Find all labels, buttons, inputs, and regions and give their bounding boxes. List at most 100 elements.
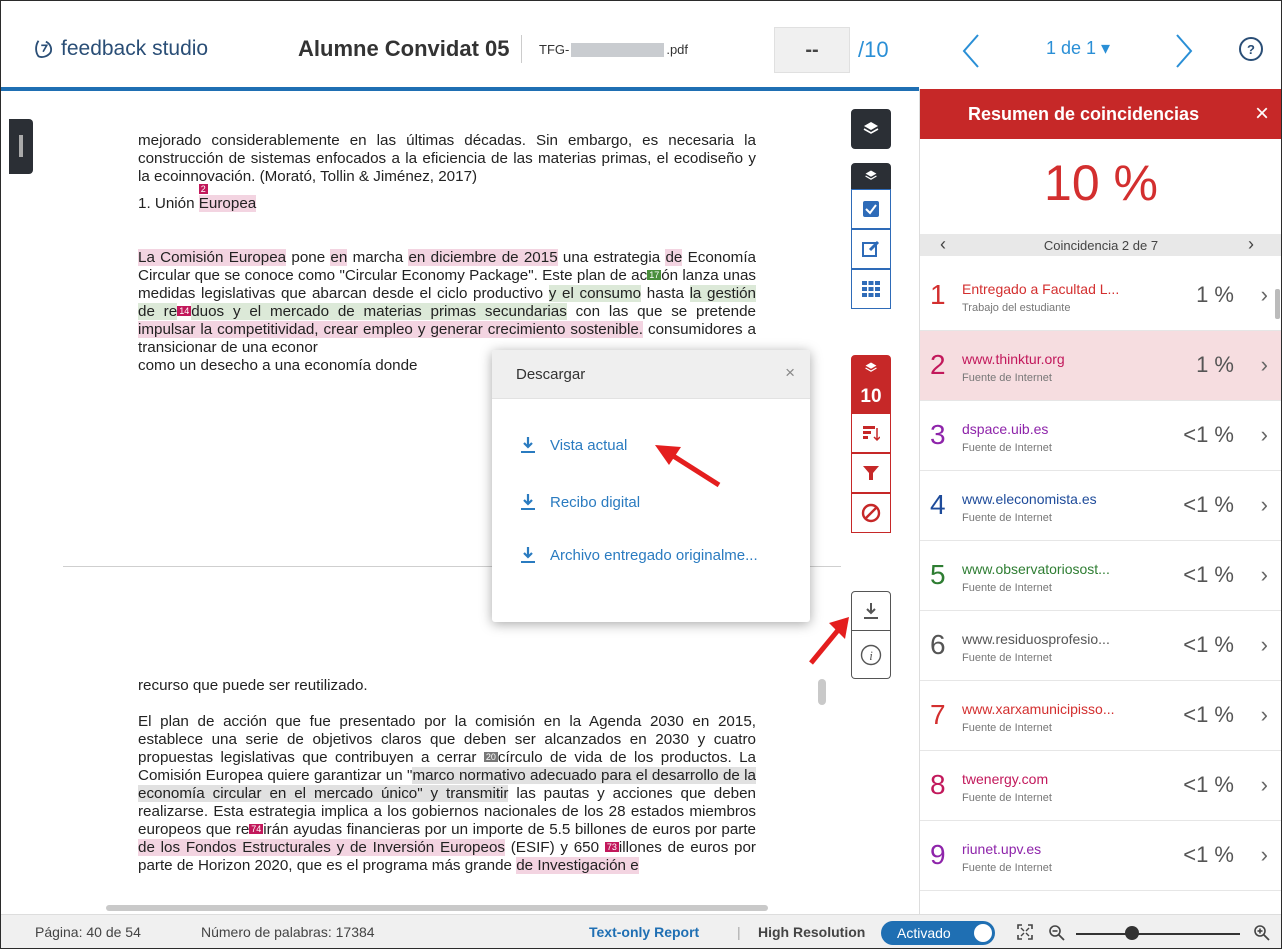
- match-percentage: <1 %: [1183, 772, 1234, 797]
- download-digital-receipt[interactable]: Recibo digital: [520, 493, 640, 511]
- info-icon: i: [860, 644, 882, 665]
- match-row[interactable]: 7 www.xarxamunicipisso... Fuente de Intern…: [920, 681, 1281, 751]
- match-navigator: ‹ Coincidencia 2 de 7 ›: [920, 234, 1281, 256]
- match-number: 9: [930, 839, 946, 870]
- file-name: TFG- .pdf: [539, 42, 688, 57]
- text-only-report-link[interactable]: Text-only Report: [589, 924, 699, 940]
- text-run: (ESIF) y 650: [505, 839, 605, 856]
- match-source-type: Fuente de Internet: [962, 862, 1052, 874]
- match-row[interactable]: 1 Entregado a Facultad L... Trabajo del es…: [920, 261, 1281, 331]
- text-run: marcha: [347, 249, 409, 266]
- edit-button[interactable]: [851, 229, 891, 269]
- side-drawer-handle[interactable]: [9, 119, 33, 174]
- match-highlight[interactable]: en diciembre de 2015: [408, 249, 558, 266]
- match-source: www.thinktur.org: [962, 351, 1065, 367]
- grade-input[interactable]: --: [774, 27, 850, 73]
- grade-max: /10: [858, 37, 889, 62]
- chevron-left-icon[interactable]: [956, 31, 986, 71]
- match-marker[interactable]: 20: [483, 752, 498, 762]
- chevron-right-icon[interactable]: ›: [1261, 702, 1268, 728]
- download-item-label: Vista actual: [550, 436, 628, 454]
- chevron-right-icon[interactable]: ›: [1261, 352, 1268, 378]
- chevron-right-icon[interactable]: ›: [1261, 422, 1268, 448]
- layers-button[interactable]: [851, 109, 891, 149]
- fit-screen-icon[interactable]: [1016, 923, 1034, 941]
- word-count: Número de palabras: 17384: [201, 924, 375, 940]
- match-number: 2: [930, 349, 946, 380]
- grading-layer-header[interactable]: [851, 163, 891, 189]
- match-number: 7: [930, 699, 946, 730]
- match-highlight[interactable]: duos y el mercado de materias primas sec…: [191, 303, 567, 320]
- match-marker[interactable]: 2: [198, 184, 208, 194]
- download-icon: [521, 547, 535, 563]
- match-marker[interactable]: 17: [647, 270, 662, 280]
- high-resolution-toggle[interactable]: Activado: [881, 921, 995, 945]
- match-highlight[interactable]: de los Fondos Estructurales y de Inversi…: [138, 839, 505, 856]
- match-row[interactable]: 6 www.residuosprofesio... Fuente de Intern…: [920, 611, 1281, 681]
- match-percentage: <1 %: [1183, 562, 1234, 587]
- similarity-score-button[interactable]: 10: [851, 381, 891, 413]
- match-highlight[interactable]: en: [330, 249, 348, 266]
- match-highlight[interactable]: de Investigación e: [516, 857, 639, 874]
- match-row[interactable]: 5 www.observatoriosost... Fuente de Intern…: [920, 541, 1281, 611]
- match-percentage: <1 %: [1183, 422, 1234, 447]
- heading-match[interactable]: 2 Europea: [198, 184, 257, 212]
- match-row[interactable]: 2 www.thinktur.org Fuente de Internet 1 % ›: [920, 331, 1281, 401]
- logo[interactable]: feedback studio: [33, 37, 208, 61]
- zoom-out-icon[interactable]: [1048, 924, 1066, 942]
- zoom-slider-handle[interactable]: [1125, 926, 1139, 940]
- match-highlight[interactable]: y el consumo: [548, 285, 642, 302]
- text-run: irán ayudas financieras por un importe d…: [263, 821, 756, 838]
- match-percentage: <1 %: [1183, 702, 1234, 727]
- info-button[interactable]: i: [851, 631, 891, 679]
- filter-button[interactable]: [851, 453, 891, 493]
- page-selector[interactable]: 1 de 1 ▾: [1046, 38, 1110, 59]
- chevron-right-icon[interactable]: [1169, 31, 1199, 71]
- panel-scrollbar[interactable]: [1275, 289, 1280, 319]
- match-marker[interactable]: 73: [604, 842, 619, 852]
- match-highlight[interactable]: La Comisión Europea: [138, 249, 287, 266]
- zoom-slider-track[interactable]: [1076, 933, 1240, 935]
- paragraph: El plan de acción que fue presentado por…: [138, 713, 756, 875]
- match-row[interactable]: 9 riunet.upv.es Fuente de Internet <1 % ›: [920, 821, 1281, 891]
- match-row[interactable]: 3 dspace.uib.es Fuente de Internet <1 % ›: [920, 401, 1281, 471]
- feedback-logo-icon: [35, 40, 53, 58]
- close-icon[interactable]: ×: [785, 363, 795, 383]
- match-highlight[interactable]: impulsar la competitividad, crear empleo…: [138, 321, 644, 338]
- match-overview-button[interactable]: [851, 413, 891, 453]
- download-current-view[interactable]: Vista actual: [520, 436, 627, 454]
- chevron-right-icon[interactable]: ›: [1261, 632, 1268, 658]
- chevron-right-icon[interactable]: ›: [1261, 772, 1268, 798]
- app-window: feedback studio Alumne Convidat 05 TFG- …: [0, 0, 1282, 949]
- match-source: www.eleconomista.es: [962, 491, 1097, 507]
- dialog-title: Descargar: [516, 366, 586, 383]
- match-row[interactable]: 8 twenergy.com Fuente de Internet <1 % ›: [920, 751, 1281, 821]
- chevron-right-icon[interactable]: ›: [1261, 492, 1268, 518]
- download-button[interactable]: [851, 591, 891, 631]
- checkbox-button[interactable]: [851, 189, 891, 229]
- match-highlight[interactable]: de: [665, 249, 683, 266]
- match-overview-panel: Resumen de coincidencias × 10 % ‹ Coinci…: [919, 89, 1281, 914]
- chevron-right-icon[interactable]: ›: [1261, 562, 1268, 588]
- chevron-right-icon[interactable]: ›: [1248, 234, 1254, 255]
- match-source: www.residuosprofesio...: [962, 631, 1110, 647]
- rubric-button[interactable]: [851, 269, 891, 309]
- match-marker[interactable]: 14: [177, 306, 192, 316]
- match-marker[interactable]: 74: [249, 824, 264, 834]
- paragraph-text: recurso que puede ser reutilizado.: [138, 677, 368, 694]
- vertical-scrollbar[interactable]: [818, 679, 826, 705]
- chevron-right-icon[interactable]: ›: [1261, 842, 1268, 868]
- help-icon[interactable]: ?: [1239, 37, 1263, 61]
- download-original-file[interactable]: Archivo entregado originalme...: [520, 546, 758, 564]
- similarity-layer-header[interactable]: [851, 355, 891, 381]
- layers-icon: [863, 122, 879, 134]
- close-icon[interactable]: ×: [1255, 100, 1269, 128]
- horizontal-scrollbar[interactable]: [106, 905, 768, 911]
- chevron-right-icon[interactable]: ›: [1261, 282, 1268, 308]
- exclude-button[interactable]: [851, 493, 891, 533]
- match-row[interactable]: 4 www.eleconomista.es Fuente de Internet <1…: [920, 471, 1281, 541]
- zoom-in-icon[interactable]: [1253, 924, 1271, 942]
- logo-text: feedback studio: [61, 37, 209, 60]
- match-source-type: Fuente de Internet: [962, 792, 1052, 804]
- filter-icon: [863, 466, 879, 480]
